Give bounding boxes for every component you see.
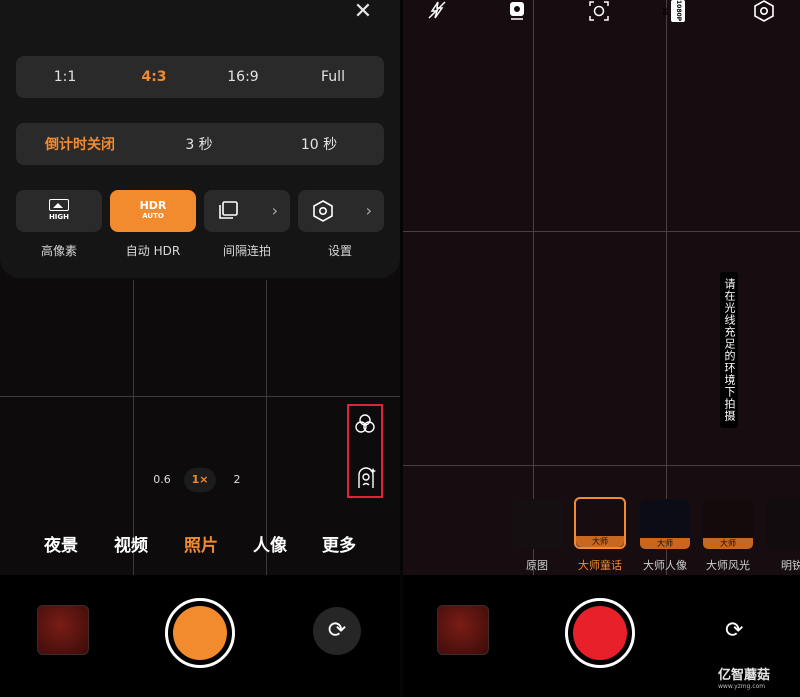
switch-camera-button[interactable]: ⟳ [313,607,361,655]
left-camera-screen: ✕ 1:1 4:3 16:9 Full 倒计时关闭 3 秒 10 秒 HIGH … [0,0,400,697]
filter-original[interactable] [513,499,563,549]
filter-badge: 大师 [640,538,690,549]
lighting-tip: 请在光线充足的环境下拍摄 [720,272,738,428]
timer-option-10s[interactable]: 10 秒 [254,134,384,154]
hdr-auto-icon-text: AUTO [142,212,164,220]
hdr-icon-text: HDR [139,199,167,212]
mode-more[interactable]: 更多 [322,531,356,556]
zoom-1x[interactable]: 1× [184,468,216,492]
grid-line [0,396,400,397]
shutter-core [573,606,627,660]
grid-line [666,0,667,575]
gallery-thumbnail[interactable] [37,605,89,655]
zoom-2x[interactable]: 2 [221,468,253,492]
resolution-badge: 1080P 30 [661,0,685,22]
settings-tile[interactable]: › [298,190,384,232]
zoom-0-6[interactable]: 0.6 [146,468,178,492]
switch-camera-icon: ⟳ [327,618,347,643]
mode-selector: 夜景 视频 照片 人像 更多 [0,531,400,557]
aspect-ratio-selector: 1:1 4:3 16:9 Full [16,56,384,98]
burst-tile[interactable]: › [204,190,290,232]
motion-photo-icon[interactable] [504,0,530,24]
grid-line [403,465,800,466]
shutter-core [173,606,227,660]
settings-icon [313,200,333,222]
grid-line [533,0,534,575]
shutter-button[interactable] [165,598,235,668]
ai-scene-icon[interactable] [586,0,612,24]
watermark-text: 亿智蘑菇 [718,668,771,683]
filter-label-fairytale: 大师童话 [578,559,622,572]
chevron-right-icon: › [365,201,372,220]
filter-badge: 大师 [576,536,624,547]
timer-selector: 倒计时关闭 3 秒 10 秒 [16,123,384,165]
timer-option-off[interactable]: 倒计时关闭 [16,134,144,154]
mode-night[interactable]: 夜景 [44,531,78,556]
timer-option-3s[interactable]: 3 秒 [144,134,254,154]
filter-badge: 大师 [703,538,753,549]
filter-label-portrait: 大师人像 [643,559,687,572]
feature-tiles: HIGH HDR AUTO › › [16,190,384,232]
highlighted-side-controls [347,404,383,498]
mode-portrait[interactable]: 人像 [253,531,287,556]
gallery-thumbnail[interactable] [437,605,489,655]
filter-circles-icon[interactable] [354,413,376,435]
filter-label-sharp: 明锐 [781,559,800,572]
watermark: 亿智蘑菇 www.yzmg.com [718,664,770,690]
filter-master-landscape[interactable]: 大师 [703,499,753,549]
burst-label: 间隔连拍 [222,244,271,258]
high-res-tile[interactable]: HIGH [16,190,102,232]
mode-video[interactable]: 视频 [114,531,148,556]
close-icon[interactable]: ✕ [350,0,376,24]
aspect-option-4-3[interactable]: 4:3 [114,69,194,85]
watermark-url: www.yzmg.com [718,683,766,690]
filter-master-portrait[interactable]: 大师 [640,499,690,549]
aspect-option-16-9[interactable]: 16:9 [194,69,292,85]
aspect-option-1-1[interactable]: 1:1 [16,69,114,85]
flash-off-icon[interactable] [424,0,450,24]
chevron-right-icon: › [271,201,278,220]
filter-sharp[interactable] [766,499,800,549]
portrait-retouch-icon[interactable] [355,466,377,490]
settings-label: 设置 [327,244,352,258]
mode-photo[interactable]: 照片 [184,531,218,556]
aspect-option-full[interactable]: Full [292,69,374,85]
grid-line [403,231,800,232]
high-res-icon [49,199,69,211]
quick-settings-sheet: ✕ 1:1 4:3 16:9 Full 倒计时关闭 3 秒 10 秒 HIGH … [0,0,400,278]
filter-label-landscape: 大师风光 [706,559,750,572]
filter-master-fairytale[interactable]: 大师 [574,497,626,549]
capture-bar: ⟳ [0,575,400,697]
switch-camera-icon[interactable]: ⟳ [725,618,743,643]
hdr-auto-label: 自动 HDR [125,244,181,258]
high-res-label: 高像素 [40,244,77,258]
filter-label-original: 原图 [526,559,548,572]
hdr-auto-tile[interactable]: HDR AUTO [110,190,196,232]
burst-icon [219,201,238,219]
right-camera-screen: 1080P 30 大师 大师 大师 原图 大师童话 大师人像 大师风光 明锐 ⟳ [403,0,800,697]
video-resolution-icon[interactable]: 1080P 30 [661,0,691,24]
high-res-icon-text: HIGH [48,213,70,221]
shutter-button[interactable] [565,598,635,668]
settings-icon[interactable] [751,0,777,24]
